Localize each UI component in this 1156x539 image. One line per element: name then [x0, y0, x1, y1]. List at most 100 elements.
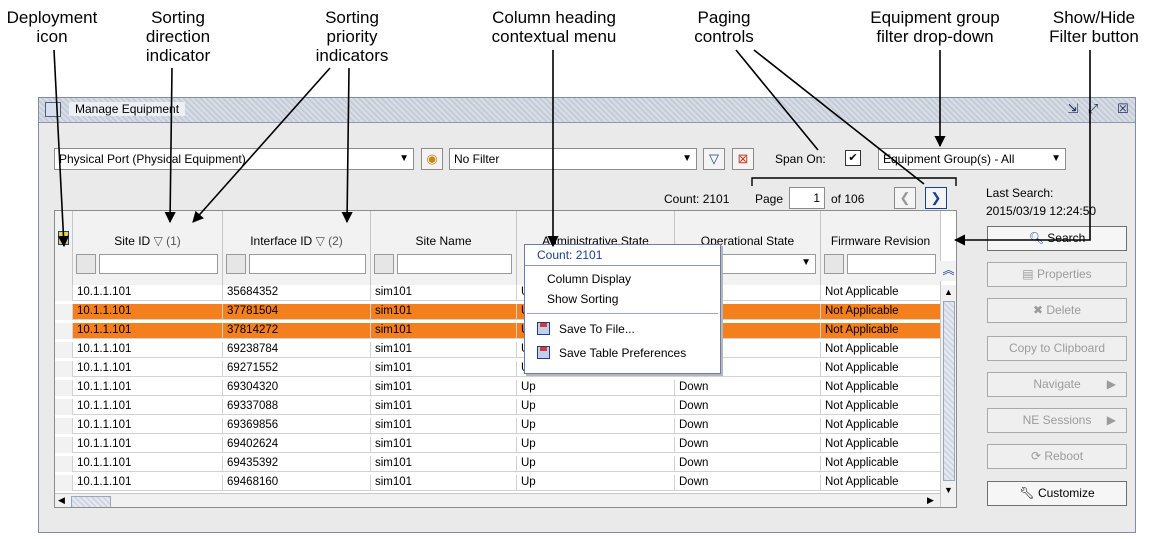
- scroll-right-icon[interactable]: ▶: [927, 495, 934, 506]
- column-header-site-id[interactable]: Site ID ▽ (1): [73, 211, 223, 285]
- table-cell: sim101: [371, 342, 517, 358]
- navigate-button[interactable]: Navigate ▶: [987, 372, 1127, 397]
- copy-to-clipboard-button[interactable]: Copy to Clipboard: [987, 336, 1127, 361]
- vertical-scrollbar[interactable]: ▲ ▼: [940, 285, 956, 507]
- callout-show-hide-filter: Show/Hide Filter button: [1049, 8, 1139, 46]
- window-title: Manage Equipment: [69, 102, 186, 116]
- column-filter-input[interactable]: [847, 254, 936, 274]
- funnel-filter-icon[interactable]: ▽: [703, 148, 725, 170]
- column-filter-input[interactable]: [397, 254, 512, 274]
- properties-button[interactable]: ▤ Properties: [987, 262, 1127, 287]
- scroll-thumb[interactable]: [943, 301, 955, 481]
- callout-paging-controls: Paging controls: [694, 8, 754, 46]
- deployment-column-header[interactable]: [55, 211, 73, 285]
- maximize-icon[interactable]: ⤢: [1085, 101, 1101, 117]
- table-row[interactable]: 10.1.1.10137781504sim101UNot Applicable: [55, 304, 941, 320]
- customize-button[interactable]: 🔧︎ Customize: [987, 481, 1127, 506]
- button-label: NE Sessions: [1022, 413, 1092, 427]
- equipment-group-select[interactable]: Equipment Group(s) - All ▼: [878, 148, 1066, 170]
- table-cell: sim101: [371, 380, 517, 396]
- table-cell: 10.1.1.101: [73, 456, 223, 472]
- filter-list-icon[interactable]: ◉: [421, 148, 443, 170]
- delete-button[interactable]: ✖ Delete: [987, 298, 1127, 323]
- show-hide-filter-button[interactable]: ︽: [940, 261, 956, 281]
- button-label: Properties: [1036, 267, 1092, 281]
- page-input-value: 1: [813, 191, 820, 205]
- scroll-down-icon[interactable]: ▼: [944, 485, 953, 495]
- table-cell: Up: [517, 475, 675, 491]
- column-filter-select[interactable]: ▼: [715, 254, 816, 274]
- page-label: Page: [755, 192, 784, 206]
- horizontal-scrollbar[interactable]: ◀ ▶: [55, 493, 940, 507]
- table-cell: 10.1.1.101: [73, 380, 223, 396]
- table-cell: 37781504: [223, 304, 371, 320]
- scroll-left-icon[interactable]: ◀: [58, 495, 65, 506]
- table-cell: 69402624: [223, 437, 371, 453]
- table-row[interactable]: 10.1.1.10135684352sim101UpNot Applicable: [55, 285, 941, 301]
- table-cell: sim101: [371, 418, 517, 434]
- menu-item-column-display[interactable]: Column Display: [525, 269, 720, 289]
- filter-operator-button[interactable]: [374, 254, 394, 274]
- submenu-arrow-icon: ▶: [1106, 413, 1116, 427]
- table-row[interactable]: 10.1.1.10137814272sim101UNot Applicable: [55, 323, 941, 339]
- filter-select[interactable]: No Filter ▼: [449, 148, 697, 170]
- table-cell: Down: [675, 418, 821, 434]
- table-row[interactable]: 10.1.1.10169271552sim101UNot Applicable: [55, 361, 941, 377]
- column-header-firmware-revision[interactable]: Firmware Revision: [821, 211, 941, 285]
- menu-separator: [527, 313, 718, 314]
- scroll-thumb[interactable]: [71, 496, 111, 507]
- reboot-button[interactable]: ⟳ Reboot: [987, 444, 1127, 469]
- table-cell: 69304320: [223, 380, 371, 396]
- equipment-type-select[interactable]: Physical Port (Physical Equipment) ▼: [54, 148, 414, 170]
- column-filter-input[interactable]: [249, 254, 366, 274]
- sort-indicator: ▽ (2): [315, 234, 343, 248]
- filter-value: No Filter: [454, 152, 500, 166]
- table-cell: 10.1.1.101: [73, 437, 223, 453]
- table-cell: Not Applicable: [821, 437, 941, 453]
- table-cell: 69435392: [223, 456, 371, 472]
- table-row[interactable]: 10.1.1.101 69402624 sim101 Up Down Not Applic…: [55, 437, 941, 453]
- equipment-table: Site ID ▽ (1) Interface ID ▽ (2) Site Na…: [54, 210, 957, 508]
- table-row[interactable]: 10.1.1.101 69337088 sim101 Up Down Not Applic…: [55, 399, 941, 415]
- page-input[interactable]: 1: [789, 187, 825, 209]
- last-search-timestamp: 2015/03/19 12:24:50: [986, 204, 1097, 218]
- ne-sessions-button[interactable]: NE Sessions ▶: [987, 408, 1127, 433]
- window-titlebar[interactable]: Manage Equipment ⇲ ⤢ ☒: [39, 98, 1135, 123]
- column-filter-input[interactable]: [99, 254, 218, 274]
- magnifier-icon: 🔍︎: [1028, 231, 1044, 245]
- filter-operator-button[interactable]: [824, 254, 844, 274]
- restore-icon[interactable]: ⇲: [1065, 101, 1081, 117]
- menu-item-save-to-file[interactable]: Save To File...: [525, 319, 720, 339]
- next-page-button[interactable]: ❯: [925, 187, 947, 209]
- menu-item-save-table-preferences[interactable]: Save Table Preferences: [525, 343, 720, 363]
- table-cell: 69238784: [223, 342, 371, 358]
- button-label: Copy to Clipboard: [1008, 341, 1106, 355]
- scroll-up-icon[interactable]: ▲: [944, 287, 953, 297]
- column-header-site-name[interactable]: Site Name: [371, 211, 517, 285]
- table-row[interactable]: 10.1.1.101 69435392 sim101 Up Down Not Applic…: [55, 456, 941, 472]
- context-menu-count: Count: 2101: [525, 245, 720, 266]
- column-header-interface-id[interactable]: Interface ID ▽ (2): [223, 211, 371, 285]
- button-label: Navigate: [1033, 377, 1081, 391]
- deployment-cell: [55, 323, 73, 339]
- search-button[interactable]: 🔍︎ Search: [987, 226, 1127, 251]
- filter-operator-button[interactable]: [76, 254, 96, 274]
- table-cell: 10.1.1.101: [73, 361, 223, 377]
- table-row[interactable]: 10.1.1.101 69304320 sim101 Up Down Not Applic…: [55, 380, 941, 396]
- button-label: Search: [1047, 231, 1086, 245]
- clear-filter-icon[interactable]: ⊠: [732, 148, 754, 170]
- table-row[interactable]: 10.1.1.10169238784sim101UNot Applicable: [55, 342, 941, 358]
- table-row[interactable]: 10.1.1.101 69468160 sim101 Up Down Not Applic…: [55, 475, 941, 491]
- previous-page-button[interactable]: ❮: [894, 187, 916, 209]
- table-row[interactable]: 10.1.1.101 69369856 sim101 Up Down Not Applic…: [55, 418, 941, 434]
- span-on-checkbox[interactable]: ✔: [845, 150, 861, 166]
- filter-operator-button[interactable]: [226, 254, 246, 274]
- table-cell: 35684352: [223, 285, 371, 301]
- floppy-disk-icon: [537, 346, 550, 359]
- floppy-disk-icon: [537, 322, 550, 335]
- close-icon[interactable]: ☒: [1115, 101, 1131, 117]
- callout-equipment-group-filter: Equipment group filter drop-down: [870, 8, 1000, 46]
- menu-item-show-sorting[interactable]: Show Sorting: [525, 289, 720, 309]
- table-cell: Not Applicable: [821, 475, 941, 491]
- deployment-cell: [55, 418, 73, 434]
